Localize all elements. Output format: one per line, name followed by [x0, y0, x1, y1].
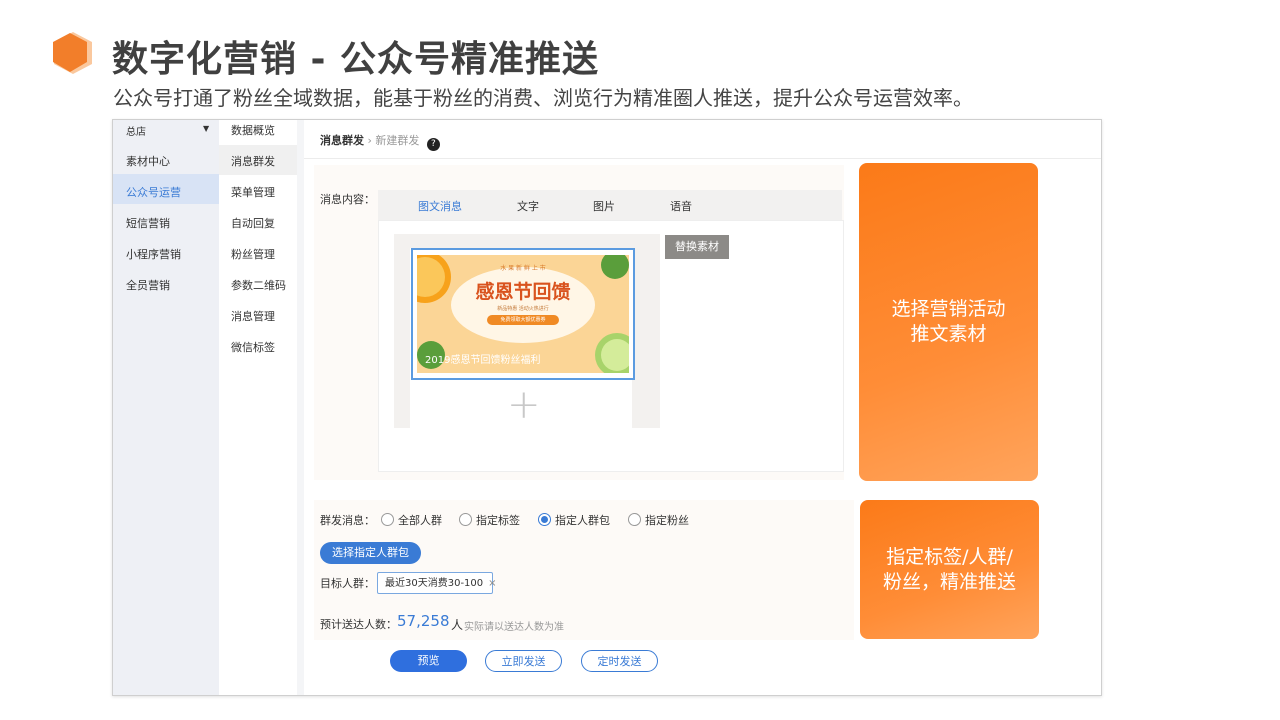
- submenu-item-autoreply[interactable]: 自动回复: [231, 215, 275, 231]
- radio-checked-icon: [538, 513, 551, 526]
- submenu-item-menu[interactable]: 菜单管理: [231, 184, 275, 200]
- question-icon[interactable]: ?: [426, 138, 440, 151]
- divider: [297, 120, 304, 695]
- sidebar-item-materials[interactable]: 素材中心: [126, 153, 170, 169]
- sidebar-item-sms[interactable]: 短信营销: [126, 215, 170, 231]
- callout-line: 粉丝，精准推送: [882, 570, 1016, 593]
- callout-line: 指定标签/人群/: [886, 545, 1013, 568]
- radio-tag[interactable]: 指定标签: [459, 512, 520, 528]
- breadcrumb: 消息群发 › 新建群发 ?: [320, 132, 440, 151]
- caret-down-icon[interactable]: ▼: [203, 124, 209, 133]
- replace-material-button[interactable]: 替换素材: [665, 235, 729, 259]
- radio-crowd-pack[interactable]: 指定人群包: [538, 512, 610, 528]
- tab-article[interactable]: 图文消息: [418, 198, 462, 214]
- sidebar-item-staff[interactable]: 全员营销: [126, 277, 170, 293]
- breadcrumb-separator: ›: [367, 134, 372, 147]
- breadcrumb-child: 新建群发: [375, 134, 420, 147]
- radio-circle-icon: [459, 513, 472, 526]
- sidebar-item-official-account[interactable]: 公众号运营: [126, 184, 181, 200]
- store-selector[interactable]: 总店: [126, 123, 146, 138]
- cover-caption: 2019感恩节回馈粉丝福利: [425, 355, 541, 366]
- callout-precise-push: 指定标签/人群/ 粉丝，精准推送: [860, 500, 1039, 639]
- article-cover-card[interactable]: 水 果 新 鲜 上 市 感恩节回馈 新品特惠 活动火热进行 免费领取大额优惠券 …: [411, 248, 635, 380]
- radio-label: 指定人群包: [555, 514, 610, 527]
- estimate-value: 57,258: [397, 612, 450, 630]
- target-tag-label: 最近30天消费30-100: [385, 578, 484, 589]
- radio-label: 指定粉丝: [645, 514, 689, 527]
- sidebar-item-miniprogram[interactable]: 小程序营销: [126, 246, 181, 262]
- page-subtitle: 公众号打通了粉丝全域数据，能基于粉丝的消费、浏览行为精准圈人推送，提升公众号运营…: [113, 86, 973, 110]
- primary-sidebar: 总店 ▼ 素材中心 公众号运营 短信营销 小程序营销 全员营销: [113, 120, 219, 695]
- submenu-item-qrcode[interactable]: 参数二维码: [231, 277, 286, 293]
- breadcrumb-current[interactable]: 消息群发: [320, 134, 364, 147]
- store-label: 总店: [126, 127, 146, 138]
- estimate-label: 预计送达人数：: [320, 618, 397, 631]
- radio-circle-icon: [381, 513, 394, 526]
- schedule-send-button[interactable]: 定时发送: [581, 650, 658, 672]
- radio-label: 指定标签: [476, 514, 520, 527]
- preview-button[interactable]: 预览: [390, 650, 467, 672]
- cover-badge: 免费领取大额优惠券: [487, 315, 559, 325]
- tab-voice[interactable]: 语音: [670, 198, 692, 214]
- callout-line: 推文素材: [910, 323, 987, 345]
- secondary-menu: 数据概览 消息群发 菜单管理 自动回复 粉丝管理 参数二维码 消息管理 微信标签: [219, 120, 297, 695]
- radio-circle-icon: [628, 513, 641, 526]
- select-crowd-pack-button[interactable]: 选择指定人群包: [320, 542, 421, 564]
- submenu-item-messages[interactable]: 消息管理: [231, 308, 275, 324]
- tab-text[interactable]: 文字: [517, 198, 539, 214]
- submenu-item-fans[interactable]: 粉丝管理: [231, 246, 275, 262]
- radio-specific-fans[interactable]: 指定粉丝: [628, 512, 689, 528]
- header-divider: [304, 158, 1101, 159]
- cover-tagline: 水 果 新 鲜 上 市: [500, 265, 546, 272]
- estimate-note: 实际请以送达人数为准: [464, 622, 564, 633]
- callout-select-material: 选择营销活动 推文素材: [859, 163, 1038, 481]
- cover-subline: 新品特惠 活动火热进行: [497, 306, 549, 312]
- target-label: 目标人群：: [320, 577, 375, 590]
- page-title: 数字化营销 - 公众号精准推送: [112, 39, 600, 80]
- radio-all-users[interactable]: 全部人群: [381, 512, 442, 528]
- content-tabs: 图文消息 文字 图片 语音: [378, 190, 842, 220]
- audience-label: 群发消息：: [320, 514, 375, 527]
- radio-label: 全部人群: [398, 514, 442, 527]
- article-cover-image: 水 果 新 鲜 上 市 感恩节回馈 新品特惠 活动火热进行 免费领取大额优惠券 …: [417, 255, 629, 373]
- send-now-button[interactable]: 立即发送: [485, 650, 562, 672]
- tab-image[interactable]: 图片: [593, 198, 615, 214]
- submenu-item-broadcast[interactable]: 消息群发: [231, 153, 275, 169]
- submenu-item-overview[interactable]: 数据概览: [231, 122, 275, 138]
- close-icon[interactable]: ×: [488, 578, 496, 589]
- content-label: 消息内容：: [320, 193, 375, 206]
- callout-line: 选择营销活动: [891, 298, 1006, 320]
- target-tag: 最近30天消费30-100 ×: [377, 572, 497, 594]
- estimate-unit: 人: [451, 618, 464, 632]
- cover-headline: 感恩节回馈: [475, 281, 571, 303]
- plus-icon[interactable]: +: [507, 385, 541, 425]
- hexagon-logo-icon: [50, 30, 96, 76]
- submenu-item-tags[interactable]: 微信标签: [231, 339, 275, 355]
